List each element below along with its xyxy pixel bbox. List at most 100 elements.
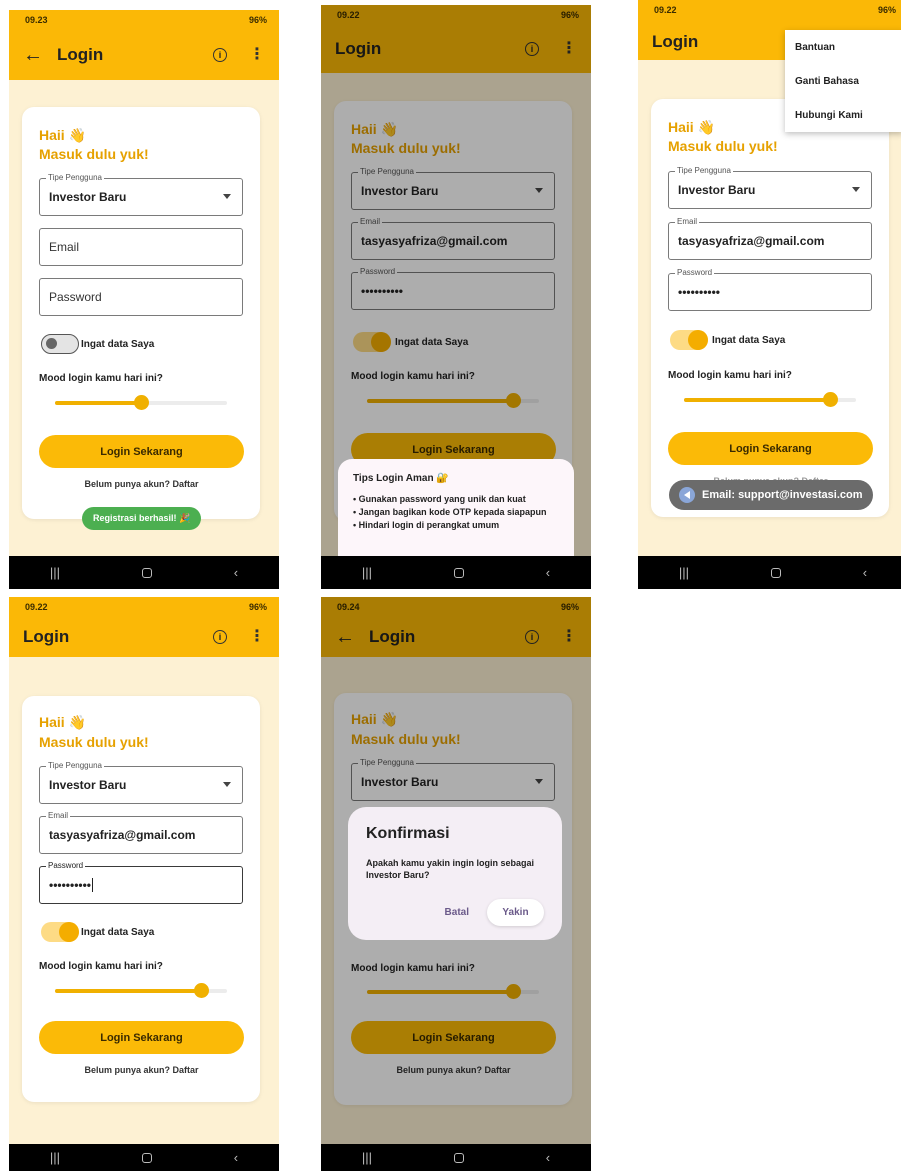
slider-fill [684,398,831,402]
slider-thumb[interactable] [134,395,149,410]
password-input[interactable]: Password •••••••••• [39,861,243,904]
screen-1: 09.23 96% ← Login i ⋮ Haii 👋 Masuk dulu … [9,10,279,589]
dialog-title: Konfirmasi [366,825,450,842]
login-button[interactable]: Login Sekarang [39,435,244,468]
nav-bar: ||| ‹ [321,556,591,589]
slider-thumb[interactable] [823,392,839,407]
signup-link[interactable]: Belum punya akun? Daftar [39,479,244,489]
password-label: Password [46,861,86,870]
menu-item-bantuan[interactable]: Bantuan [785,30,901,64]
login-button[interactable]: Login Sekarang [39,1021,244,1054]
confirm-button[interactable]: Yakin [487,899,544,926]
user-type-dropdown[interactable]: Tipe Pengguna Investor Baru [39,761,243,804]
back-arrow-icon[interactable]: ← [23,44,49,67]
flutter-logo-icon [679,487,695,503]
dialog-message: Apakah kamu yakin ingin login sebagai In… [366,858,535,880]
subtitle: Masuk dulu yuk! [39,734,149,750]
mood-label: Mood login kamu hari ini? [39,373,163,384]
more-vert-icon[interactable]: ⋮ [249,47,265,63]
home-icon[interactable] [770,567,781,578]
screen-5: 09.24 96% ← Login i ⋮ Haii 👋 Masuk dulu … [321,597,591,1171]
text-cursor [92,878,94,892]
recent-apps-icon[interactable]: ||| [362,565,372,580]
nav-bar: ||| ‹ [321,1144,591,1171]
home-icon[interactable] [453,1152,464,1163]
email-value: tasyasyafriza@gmail.com [678,234,825,248]
slider-thumb[interactable] [194,983,210,998]
cancel-button[interactable]: Batal [445,907,469,918]
nav-back-icon[interactable]: ‹ [234,1150,238,1165]
recent-apps-icon[interactable]: ||| [50,1150,60,1165]
status-bar: 09.22 96% [638,0,901,20]
more-vert-icon[interactable]: ⋮ [249,629,265,645]
subtitle: Masuk dulu yuk! [39,146,149,162]
nav-back-icon[interactable]: ‹ [234,565,238,580]
tips-bottom-sheet: Tips Login Aman 🔐 • Gunakan password yan… [338,459,574,556]
mood-slider[interactable] [55,395,227,410]
status-bar: 09.23 96% [9,10,279,30]
email-input[interactable]: Email [39,228,243,266]
toggle-knob [59,922,79,942]
password-input[interactable]: Password [39,278,243,316]
remember-toggle[interactable] [41,334,79,354]
app-bar: ← Login i ⋮ [9,30,279,80]
signup-link[interactable]: Belum punya akun? Daftar [39,1065,244,1075]
remember-label: Ingat data Saya [712,335,786,346]
screen-2: 09.22 96% Login i ⋮ Haii 👋 Masuk dulu yu… [321,5,591,589]
mood-slider[interactable] [684,392,856,407]
user-type-value: Investor Baru [49,190,127,204]
app-bar: Login i ⋮ [9,617,279,657]
toast-text: Email: support@investasi.com [702,489,863,501]
screen-3: 09.22 96% Login Haii 👋 Masuk dulu yuk! T… [638,0,901,589]
page-title: Login [57,45,104,64]
battery-level: 96% [877,5,896,15]
status-time: 09.22 [654,5,677,15]
email-value: tasyasyafriza@gmail.com [49,828,196,842]
tip-item: • Hindari login di perangkat umum [353,520,500,530]
user-type-value: Investor Baru [49,778,127,792]
user-type-dropdown[interactable]: Tipe Pengguna Investor Baru [39,173,243,216]
recent-apps-icon[interactable]: ||| [679,565,689,580]
info-icon[interactable]: i [213,630,227,644]
password-label: Password [675,268,715,277]
recent-apps-icon[interactable]: ||| [362,1150,372,1165]
menu-item-hubungi-kami[interactable]: Hubungi Kami [785,98,901,132]
nav-back-icon[interactable]: ‹ [546,565,550,580]
nav-bar: ||| ‹ [9,556,279,589]
tip-item: • Jangan bagikan kode OTP kepada siapapu… [353,507,547,517]
email-label: Email [46,811,71,820]
password-value: •••••••••• [678,285,721,299]
greeting: Haii 👋 [39,714,86,730]
home-icon[interactable] [141,1152,152,1163]
overflow-menu: Bantuan Ganti Bahasa Hubungi Kami [785,30,901,132]
login-button[interactable]: Login Sekarang [668,432,873,465]
toggle-knob [46,338,57,349]
email-input[interactable]: Email tasyasyafriza@gmail.com [668,217,872,260]
subtitle: Masuk dulu yuk! [668,138,778,154]
recent-apps-icon[interactable]: ||| [50,565,60,580]
info-icon[interactable]: i [213,48,227,62]
user-type-label: Tipe Pengguna [675,166,733,175]
toggle-knob [688,330,708,350]
page-title: Login [23,627,70,646]
screen-4: 09.22 96% Login i ⋮ Haii 👋 Masuk dulu yu… [9,597,279,1171]
nav-back-icon[interactable]: ‹ [863,565,867,580]
email-input[interactable]: Email tasyasyafriza@gmail.com [39,811,243,854]
menu-item-ganti-bahasa[interactable]: Ganti Bahasa [785,64,901,98]
battery-level: 96% [248,15,267,25]
remember-label: Ingat data Saya [81,339,155,350]
login-card: Haii 👋 Masuk dulu yuk! Tipe Pengguna Inv… [22,107,260,519]
home-icon[interactable] [453,567,464,578]
remember-toggle[interactable] [41,922,79,942]
user-type-dropdown[interactable]: Tipe Pengguna Investor Baru [668,166,872,209]
slider-fill [55,989,202,993]
email-label: Email [675,217,700,226]
email-placeholder: Email [49,240,80,254]
password-input[interactable]: Password •••••••••• [668,268,872,311]
dropdown-caret-icon [223,782,231,787]
nav-back-icon[interactable]: ‹ [546,1150,550,1165]
mood-slider[interactable] [55,983,227,998]
remember-toggle[interactable] [670,330,708,350]
toast-message: Email: support@investasi.com [669,480,873,510]
home-icon[interactable] [141,567,152,578]
